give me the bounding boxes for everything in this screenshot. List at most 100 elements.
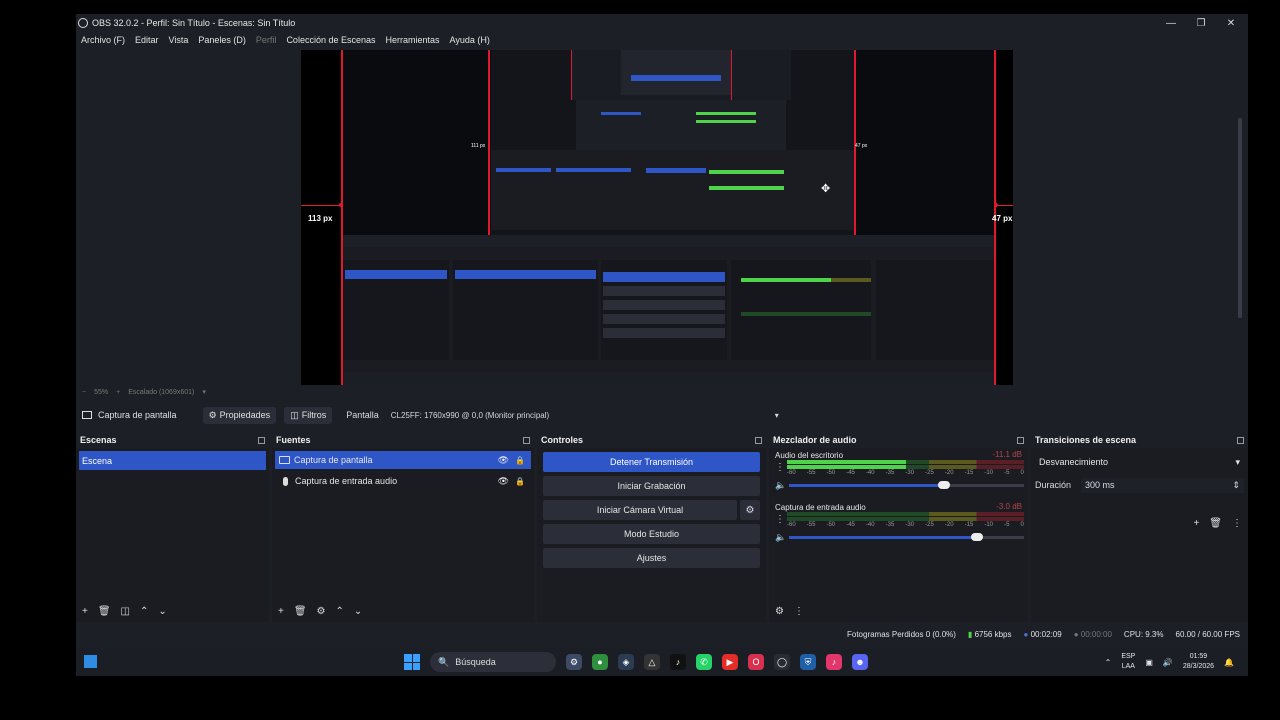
volume-thumb[interactable] bbox=[938, 481, 951, 489]
language-layout: LAA bbox=[1121, 663, 1135, 670]
sources-dock-header: Fuentes bbox=[272, 432, 534, 448]
scene-item[interactable]: Escena bbox=[79, 451, 266, 470]
menu-edit[interactable]: Editar bbox=[135, 35, 159, 45]
meter-tick-label: -10 bbox=[984, 522, 994, 528]
display-select[interactable]: CL25FF: 1760x990 @ 0,0 (Monitor principa… bbox=[387, 409, 783, 422]
status-bar: Fotogramas Perdidos 0 (0.0%) ▮ 6756 kbps… bbox=[76, 626, 1248, 642]
undock-icon[interactable] bbox=[1017, 436, 1024, 444]
volume-thumb[interactable] bbox=[971, 533, 983, 541]
preview-canvas[interactable]: ✥ bbox=[301, 50, 1013, 385]
arrow-down-icon[interactable]: ⌄ bbox=[354, 606, 362, 617]
tiktok-app-icon[interactable]: ♪ bbox=[670, 654, 686, 670]
scaling-mode[interactable]: Escalado (1069x601) bbox=[128, 389, 194, 396]
duration-spinbox[interactable]: 300 ms ⇕ bbox=[1081, 477, 1244, 493]
eye-icon[interactable]: 👁 bbox=[498, 476, 509, 487]
system-tray: ⌃ ESP LAA ▣ 🔊 01:59 28/3/2026 🔔 bbox=[1105, 652, 1234, 672]
discord-app-icon[interactable]: ☻ bbox=[852, 654, 868, 670]
monitor-icon[interactable]: ▣ bbox=[1145, 658, 1153, 667]
undock-icon[interactable] bbox=[1237, 436, 1244, 444]
preview-area[interactable]: ✥ 113 px 47 px 111 px 47 px bbox=[76, 48, 1248, 385]
sources-dock: Fuentes Captura de pantalla 👁 🔒 Captura … bbox=[272, 432, 534, 622]
virtual-camera-button[interactable]: Iniciar Cámara Virtual bbox=[543, 500, 737, 520]
menu-bar: Archivo (F) Editar Vista Paneles (D) Per… bbox=[76, 32, 1248, 48]
zoom-out-icon[interactable]: − bbox=[82, 389, 86, 396]
opera-app-icon[interactable]: O bbox=[748, 654, 764, 670]
add-icon[interactable]: + bbox=[278, 606, 284, 617]
obs-app-icon[interactable]: ◯ bbox=[774, 654, 790, 670]
mixer-channel: Captura de entrada audio -3.0 dB ⋮ -60 -5… bbox=[769, 500, 1028, 552]
youtube-app-icon[interactable]: ▶ bbox=[722, 654, 738, 670]
chevron-up-icon[interactable]: ⌃ bbox=[1105, 658, 1112, 667]
volume-slider[interactable] bbox=[789, 481, 1024, 489]
menu-docks[interactable]: Paneles (D) bbox=[198, 35, 246, 45]
more-icon[interactable]: ⋮ bbox=[1232, 518, 1242, 529]
add-icon[interactable]: + bbox=[1193, 518, 1199, 529]
more-icon[interactable]: ⋮ bbox=[775, 514, 785, 525]
studio-mode-button[interactable]: Modo Estudio bbox=[543, 524, 760, 544]
menu-file[interactable]: Archivo (F) bbox=[81, 35, 125, 45]
source-item[interactable]: Captura de pantalla 👁 🔒 bbox=[275, 451, 531, 469]
menu-profile[interactable]: Perfil bbox=[256, 35, 277, 45]
menu-tools[interactable]: Herramientas bbox=[386, 35, 440, 45]
trash-icon[interactable]: 🗑 bbox=[294, 606, 307, 617]
undock-icon[interactable] bbox=[523, 436, 530, 444]
start-recording-button[interactable]: Iniciar Grabación bbox=[543, 476, 760, 496]
language-indicator[interactable]: ESP LAA bbox=[1121, 652, 1135, 672]
windows-start-icon[interactable] bbox=[404, 654, 420, 670]
taskbar-search[interactable]: 🔍 Búsqueda bbox=[430, 652, 556, 672]
steam-app-icon[interactable]: ◈ bbox=[618, 654, 634, 670]
gear-icon[interactable]: ⚙ bbox=[775, 606, 784, 617]
monitor-icon bbox=[279, 456, 290, 464]
properties-button[interactable]: ⚙ Propiedades bbox=[202, 406, 277, 424]
whatsapp-app-icon[interactable]: ✆ bbox=[696, 654, 712, 670]
more-icon[interactable]: ⋮ bbox=[794, 606, 804, 617]
clock[interactable]: 01:59 28/3/2026 bbox=[1183, 652, 1214, 672]
undock-icon[interactable] bbox=[258, 436, 265, 444]
arrow-down-icon[interactable]: ⌄ bbox=[158, 606, 166, 617]
lock-icon[interactable]: 🔒 bbox=[515, 477, 525, 486]
speaker-icon[interactable]: 🔈 bbox=[775, 480, 786, 491]
arrow-up-icon[interactable]: ⌃ bbox=[336, 606, 344, 617]
widgets-icon[interactable] bbox=[84, 655, 97, 668]
volume-icon[interactable]: 🔊 bbox=[1163, 658, 1173, 667]
gear-icon[interactable]: ⚙ bbox=[317, 606, 326, 617]
arrow-up-icon[interactable]: ⌃ bbox=[140, 606, 148, 617]
gear-icon[interactable]: ⚙ bbox=[740, 500, 760, 520]
transition-tools: + 🗑 ⋮ bbox=[1193, 518, 1242, 529]
close-button[interactable]: ✕ bbox=[1216, 14, 1246, 32]
menu-scene-collection[interactable]: Colección de Escenas bbox=[286, 35, 375, 45]
meter-tick-label: -10 bbox=[984, 470, 994, 476]
transitions-dock-title: Transiciones de escena bbox=[1035, 435, 1137, 445]
chevron-down-icon[interactable]: ▾ bbox=[202, 388, 206, 396]
undock-icon[interactable] bbox=[755, 436, 762, 444]
spin-arrows-icon[interactable]: ⇕ bbox=[1232, 480, 1240, 491]
settings-button[interactable]: Ajustes bbox=[543, 548, 760, 568]
speaker-icon[interactable]: 🔈 bbox=[775, 532, 786, 543]
controls-body: Detener Transmisión Iniciar Grabación In… bbox=[537, 448, 766, 622]
source-item[interactable]: Captura de entrada audio 👁 🔒 bbox=[275, 472, 531, 490]
filters-button[interactable]: ◫ Filtros bbox=[284, 406, 333, 424]
zoom-in-icon[interactable]: + bbox=[116, 389, 120, 396]
trash-icon[interactable]: 🗑 bbox=[98, 606, 111, 617]
minimize-button[interactable]: — bbox=[1156, 14, 1186, 32]
settings-app-icon[interactable]: ⚙ bbox=[566, 654, 582, 670]
add-icon[interactable]: + bbox=[82, 606, 88, 617]
preview-vertical-scrollbar[interactable] bbox=[1238, 118, 1242, 318]
lock-icon[interactable]: 🔒 bbox=[515, 456, 525, 465]
notification-bell-icon[interactable]: 🔔 bbox=[1224, 658, 1234, 667]
maximize-button[interactable]: ❐ bbox=[1186, 14, 1216, 32]
menu-view[interactable]: Vista bbox=[169, 35, 189, 45]
shield-app-icon[interactable]: ⛨ bbox=[800, 654, 816, 670]
eye-icon[interactable]: 👁 bbox=[498, 455, 509, 466]
chrome-app-icon[interactable]: ● bbox=[592, 654, 608, 670]
volume-slider[interactable] bbox=[789, 533, 1024, 541]
menu-help[interactable]: Ayuda (H) bbox=[450, 35, 490, 45]
meter-tick-label: -20 bbox=[944, 470, 954, 476]
capcut-app-icon[interactable]: △ bbox=[644, 654, 660, 670]
filter-icon[interactable]: ◫ bbox=[121, 606, 130, 617]
more-icon[interactable]: ⋮ bbox=[775, 462, 785, 473]
transition-select[interactable]: Desvanecimiento ▾ bbox=[1035, 452, 1244, 472]
stop-stream-button[interactable]: Detener Transmisión bbox=[543, 452, 760, 472]
tiktok-studio-app-icon[interactable]: ♪ bbox=[826, 654, 842, 670]
trash-icon[interactable]: 🗑 bbox=[1209, 518, 1222, 529]
